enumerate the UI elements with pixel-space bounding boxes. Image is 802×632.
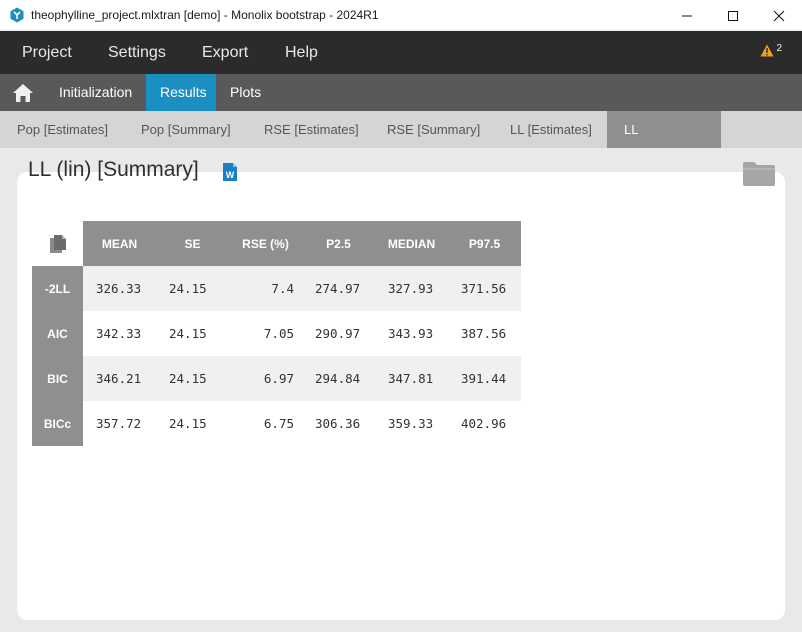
table-row: BICc 357.72 24.15 6.75 306.36 359.33 402… (32, 401, 521, 446)
row-header: AIC (32, 311, 83, 356)
warnings-button[interactable]: 2 (760, 43, 782, 57)
table-row: AIC 342.33 24.15 7.05 290.97 343.93 387.… (32, 311, 521, 356)
row-header: BIC (32, 356, 83, 401)
minimize-button[interactable] (664, 0, 710, 31)
subtab-pop-estimates[interactable]: Pop [Estimates] (0, 111, 125, 148)
copy-table-button[interactable] (32, 221, 83, 266)
column-header: RSE (%) (229, 221, 302, 266)
table-cell: 387.56 (448, 311, 521, 356)
tab-initialization[interactable]: Initialization (45, 74, 146, 111)
maximize-icon (728, 10, 738, 21)
column-header: MEAN (83, 221, 156, 266)
table-row: -2LL 326.33 24.15 7.4 274.97 327.93 371.… (32, 266, 521, 311)
table-cell: 342.33 (83, 311, 156, 356)
warning-icon (760, 44, 774, 57)
row-header: BICc (32, 401, 83, 446)
minimize-icon (682, 15, 692, 16)
table-cell: 359.33 (375, 401, 448, 446)
column-header: MEDIAN (375, 221, 448, 266)
window-title: theophylline_project.mlxtran [demo] - Mo… (31, 8, 379, 22)
folder-icon[interactable] (743, 161, 775, 186)
subtab-rse-summary[interactable]: RSE [Summary] (370, 111, 497, 148)
ll-summary-table: MEAN SE RSE (%) P2.5 MEDIAN P97.5 -2LL 3… (32, 221, 521, 446)
subtab-ll-summary[interactable]: LL [Summary] (607, 111, 721, 174)
sub-tab-bar: Pop [Estimates] Pop [Summary] RSE [Estim… (0, 111, 802, 174)
table-cell: 294.84 (302, 356, 375, 401)
warning-count: 2 (776, 43, 782, 54)
table-row: BIC 346.21 24.15 6.97 294.84 347.81 391.… (32, 356, 521, 401)
table-cell: 346.21 (83, 356, 156, 401)
menu-bar: Project Settings Export Help 2 (0, 31, 802, 74)
table-cell: 402.96 (448, 401, 521, 446)
table-cell: 391.44 (448, 356, 521, 401)
table-cell: 24.15 (156, 266, 229, 311)
menu-settings[interactable]: Settings (108, 31, 166, 74)
table-cell: 6.75 (229, 401, 302, 446)
table-cell: 7.4 (229, 266, 302, 311)
subtab-rse-estimates[interactable]: RSE [Estimates] (247, 111, 376, 148)
table-cell: 24.15 (156, 311, 229, 356)
table-cell: 347.81 (375, 356, 448, 401)
table-cell: 371.56 (448, 266, 521, 311)
table-cell: 24.15 (156, 356, 229, 401)
row-header: -2LL (32, 266, 83, 311)
column-header: P2.5 (302, 221, 375, 266)
main-tab-bar: Initialization Results Plots (0, 74, 802, 111)
svg-text:W: W (226, 170, 235, 180)
tab-results[interactable]: Results (146, 74, 216, 111)
table-cell: 7.05 (229, 311, 302, 356)
table-cell: 306.36 (302, 401, 375, 446)
close-icon (773, 10, 785, 21)
subtab-pop-summary[interactable]: Pop [Summary] (124, 111, 248, 148)
table-header-row: MEAN SE RSE (%) P2.5 MEDIAN P97.5 (32, 221, 521, 266)
home-icon[interactable] (12, 83, 34, 103)
table-cell: 274.97 (302, 266, 375, 311)
close-button[interactable] (756, 0, 802, 31)
table-cell: 6.97 (229, 356, 302, 401)
menu-export[interactable]: Export (202, 31, 248, 74)
subtab-ll-estimates[interactable]: LL [Estimates] (493, 111, 609, 148)
table-cell: 327.93 (375, 266, 448, 311)
menu-project[interactable]: Project (22, 31, 72, 74)
word-export-icon[interactable]: W (222, 163, 238, 181)
table-cell: 326.33 (83, 266, 156, 311)
table-cell: 357.72 (83, 401, 156, 446)
tab-plots[interactable]: Plots (216, 74, 275, 111)
monolix-app-icon (10, 7, 24, 23)
column-header: P97.5 (448, 221, 521, 266)
window-title-bar: theophylline_project.mlxtran [demo] - Mo… (0, 0, 802, 31)
column-header: SE (156, 221, 229, 266)
table-cell: 24.15 (156, 401, 229, 446)
maximize-button[interactable] (710, 0, 756, 31)
page-title: LL (lin) [Summary] (28, 158, 199, 181)
table-cell: 290.97 (302, 311, 375, 356)
menu-help[interactable]: Help (285, 31, 318, 74)
table-cell: 343.93 (375, 311, 448, 356)
copy-icon (49, 234, 66, 253)
